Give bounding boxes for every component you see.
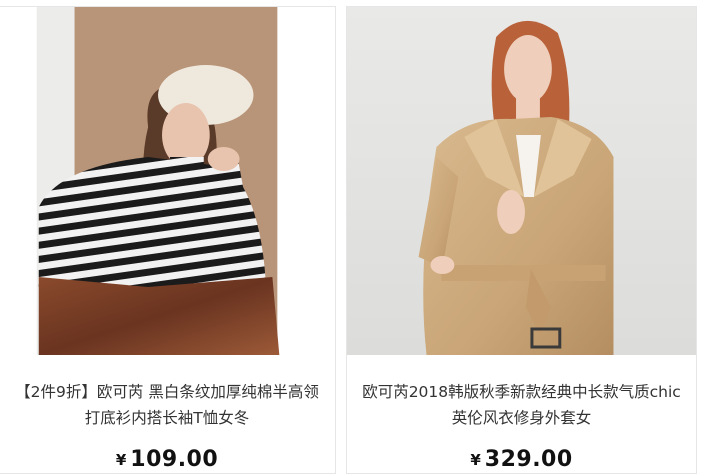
product-title-line[interactable]: 英伦风衣修身外套女 [349,405,694,431]
price-amount: 109.00 [130,447,219,472]
product-price: ¥109.00 [0,447,335,472]
model-striped-turtleneck-image [0,7,335,355]
product-title[interactable]: 【2件9折】欧可芮 黑白条纹加厚纯棉半高领 打底衫内搭长袖T恤女冬 [0,379,335,431]
product-price: ¥329.00 [347,447,696,472]
price-amount: 329.00 [484,447,573,472]
product-title-line[interactable]: 欧可芮2018韩版秋季新款经典中长款气质chic [349,379,694,405]
product-card[interactable]: 欧可芮2018韩版秋季新款经典中长款气质chic 英伦风衣修身外套女 ¥329.… [346,6,697,474]
product-card[interactable]: 【2件9折】欧可芮 黑白条纹加厚纯棉半高领 打底衫内搭长袖T恤女冬 ¥109.0… [0,6,336,474]
product-image[interactable] [347,7,696,355]
currency-symbol: ¥ [115,451,127,469]
product-title[interactable]: 欧可芮2018韩版秋季新款经典中长款气质chic 英伦风衣修身外套女 [347,379,696,431]
product-title-line[interactable]: 【2件9折】欧可芮 黑白条纹加厚纯棉半高领 [1,379,333,405]
product-title-line[interactable]: 打底衫内搭长袖T恤女冬 [1,405,333,431]
currency-symbol: ¥ [470,451,481,469]
product-image[interactable] [0,7,335,355]
model-trench-coat-image [347,7,696,355]
